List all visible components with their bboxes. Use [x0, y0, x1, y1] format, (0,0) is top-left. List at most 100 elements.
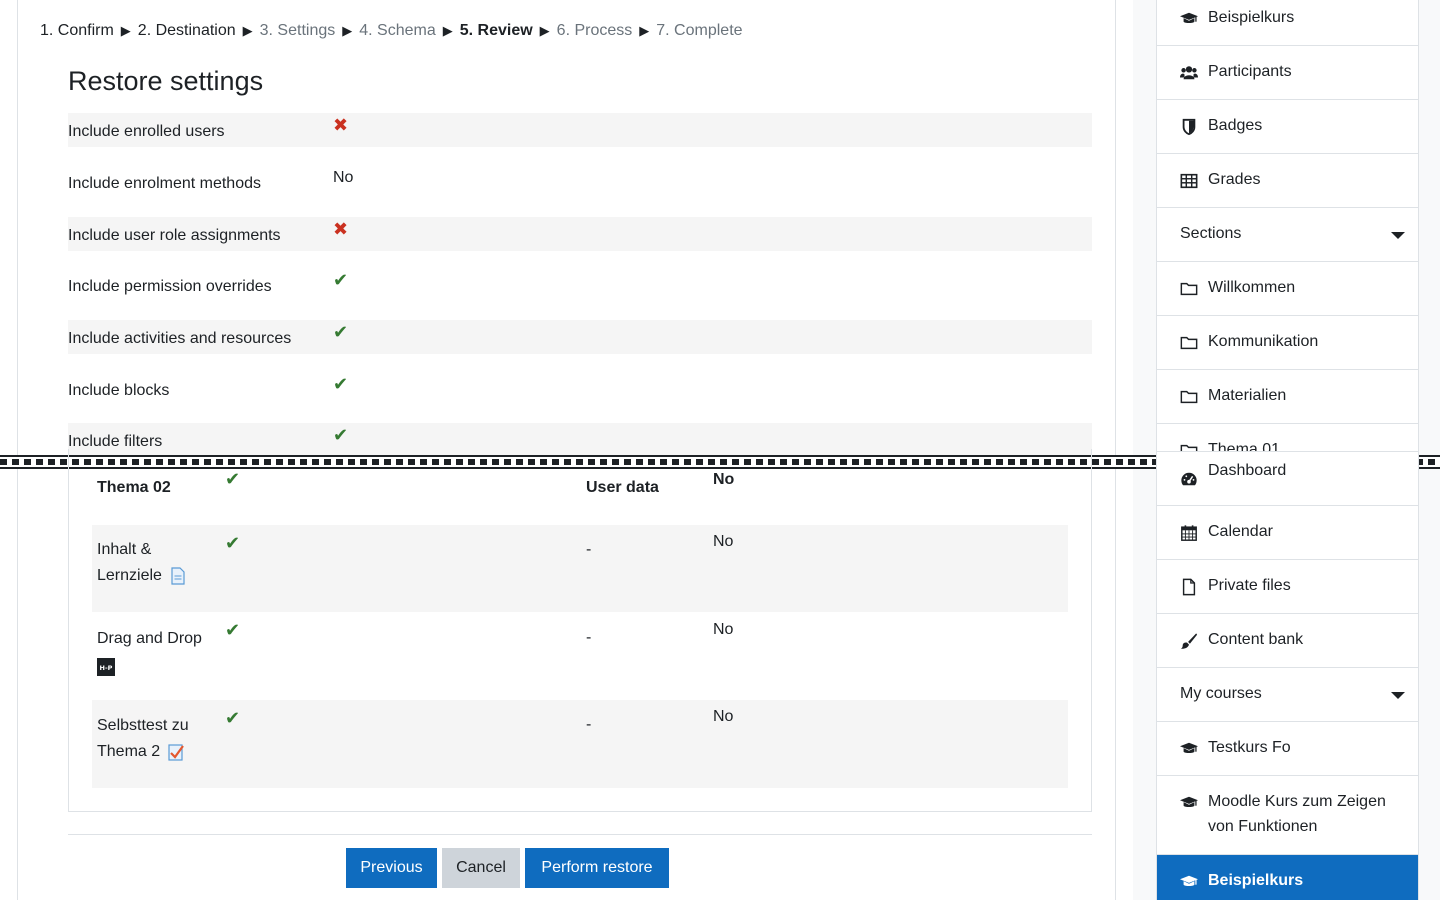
nav-item-moodle-kurs[interactable]: Moodle Kurs zum Zeigen von Funktionen [1157, 776, 1418, 855]
step-complete: 7. Complete [656, 22, 743, 39]
nav-label: Badges [1208, 117, 1263, 134]
step-process: 6. Process [556, 22, 633, 39]
brush-icon [1180, 633, 1198, 649]
table-icon [1180, 173, 1198, 189]
quiz-icon [167, 744, 184, 761]
step-arrow: ▶ [242, 23, 253, 38]
activity-name: Inhalt & Lernziele [97, 537, 217, 589]
setting-row: Include user role assignments ✖ [68, 217, 1092, 251]
setting-label: Include permission overrides [68, 278, 272, 295]
step-destination: 2. Destination [137, 22, 236, 39]
nav-item-content-bank[interactable]: Content bank [1157, 614, 1418, 668]
nav-section-sections[interactable]: Sections [1157, 208, 1418, 262]
include-value: No [713, 708, 734, 725]
nav-label: Dashboard [1208, 462, 1287, 479]
nav-label: Testkurs Fo [1208, 739, 1291, 756]
cancel-button[interactable]: Cancel [442, 848, 520, 888]
step-arrow: ▶ [120, 23, 131, 38]
course-nav: Beispielkurs Participants Badges Grades … [1156, 0, 1419, 455]
user-data-value: - [586, 629, 592, 646]
folder-icon [1180, 336, 1198, 350]
nav-label: Beispielkurs [1208, 872, 1304, 889]
yes-icon: ✔ [333, 322, 349, 342]
perform-restore-button[interactable]: Perform restore [525, 848, 669, 888]
nav-label: Moodle Kurs zum Zeigen von Funktionen [1208, 793, 1386, 835]
user-data-value: - [586, 541, 592, 558]
top-section: 1. Confirm ▶ 2. Destination ▶ 3. Settings ▶ 4.… [0, 0, 1120, 455]
nav-section-my-courses[interactable]: My courses [1157, 668, 1418, 722]
setting-row: Include enrolment methods No [68, 165, 1092, 199]
nav-item-calendar[interactable]: Calendar [1157, 506, 1418, 560]
nav-label: Materialien [1208, 387, 1287, 404]
nav-label: Calendar [1208, 523, 1273, 540]
nav-label: Sections [1180, 225, 1242, 242]
nav-label: Willkommen [1208, 279, 1296, 296]
h5p-icon: H-P [97, 657, 115, 676]
yes-icon: ✔ [225, 533, 241, 553]
setting-label: Include user role assignments [68, 227, 281, 244]
nav-item-private-files[interactable]: Private files [1157, 560, 1418, 614]
step-confirm: 1. Confirm [40, 22, 114, 39]
yes-icon: ✔ [333, 425, 349, 445]
file-icon [1182, 578, 1196, 596]
yes-icon: ✔ [225, 469, 241, 489]
setting-row: Include enrolled users ✖ [68, 113, 1092, 147]
yes-icon: ✔ [225, 620, 241, 640]
user-data-label: User data [586, 479, 659, 496]
activity-label: Inhalt & Lernziele [97, 541, 162, 584]
graduation-cap-icon [1180, 742, 1198, 754]
nav-item-beispielkurs[interactable]: Beispielkurs [1157, 0, 1418, 46]
yes-icon: ✔ [333, 270, 349, 290]
page-icon [171, 567, 185, 585]
form-divider [68, 834, 1092, 835]
nav-item-grades[interactable]: Grades [1157, 154, 1418, 208]
step-settings: 3. Settings [259, 22, 336, 39]
setting-value: No [333, 169, 354, 186]
bottom-section: Thema 02 ✔ User data No Inhalt & Lernzie… [0, 449, 1120, 900]
nav-label: Kommunikation [1208, 333, 1319, 350]
nav-label: My courses [1180, 685, 1262, 702]
no-icon: ✖ [333, 219, 349, 239]
nav-item-beispielkurs-active[interactable]: Beispielkurs [1157, 855, 1418, 900]
setting-label: Include enrolled users [68, 123, 225, 140]
step-arrow: ▶ [442, 23, 453, 38]
no-icon: ✖ [333, 115, 349, 135]
nav-item-participants[interactable]: Participants [1157, 46, 1418, 100]
activity-label: Drag and Drop [97, 630, 202, 647]
nav-label: Content bank [1208, 631, 1304, 648]
nav-item-kommunikation[interactable]: Kommunikation [1157, 316, 1418, 370]
shield-icon [1182, 118, 1196, 136]
nav-item-willkommen[interactable]: Willkommen [1157, 262, 1418, 316]
progress-steps: 1. Confirm ▶ 2. Destination ▶ 3. Settings ▶ 4.… [40, 22, 743, 40]
activity-name: Selbsttest zu Thema 2 [97, 713, 217, 765]
user-data-value: - [586, 716, 592, 733]
nav-item-badges[interactable]: Badges [1157, 100, 1418, 154]
graduation-cap-icon [1180, 875, 1198, 887]
step-arrow: ▶ [639, 23, 650, 38]
caret-down-icon [1391, 232, 1405, 239]
setting-label: Include blocks [68, 382, 170, 399]
nav-item-materialien[interactable]: Materialien [1157, 370, 1418, 424]
setting-row: Include activities and resources ✔ [68, 320, 1092, 354]
schema-item-row: Inhalt & Lernziele ✔ - No [92, 525, 1068, 612]
activity-name: Drag and Drop H-P [97, 626, 227, 678]
svg-text:H-P: H-P [100, 664, 113, 672]
previous-button[interactable]: Previous [346, 848, 437, 888]
folder-icon [1180, 390, 1198, 404]
setting-row: Include permission overrides ✔ [68, 268, 1092, 302]
yes-icon: ✔ [225, 708, 241, 728]
schema-item-row: Selbsttest zu Thema 2 ✔ - No [92, 700, 1068, 788]
nav-item-dashboard[interactable]: Dashboard [1157, 452, 1418, 506]
caret-down-icon [1391, 692, 1405, 699]
yes-icon: ✔ [333, 374, 349, 394]
schema-item-row: Drag and Drop H-P ✔ - No [92, 612, 1068, 700]
step-review: 5. Review [459, 22, 533, 39]
step-schema: 4. Schema [359, 22, 436, 39]
setting-label: Include enrolment methods [68, 175, 261, 192]
section-name: Thema 02 [97, 479, 171, 496]
dashboard-icon [1181, 472, 1197, 486]
nav-label: Beispielkurs [1208, 9, 1295, 26]
nav-label: Grades [1208, 171, 1261, 188]
nav-label: Participants [1208, 63, 1292, 80]
nav-item-testkurs-fo[interactable]: Testkurs Fo [1157, 722, 1418, 776]
